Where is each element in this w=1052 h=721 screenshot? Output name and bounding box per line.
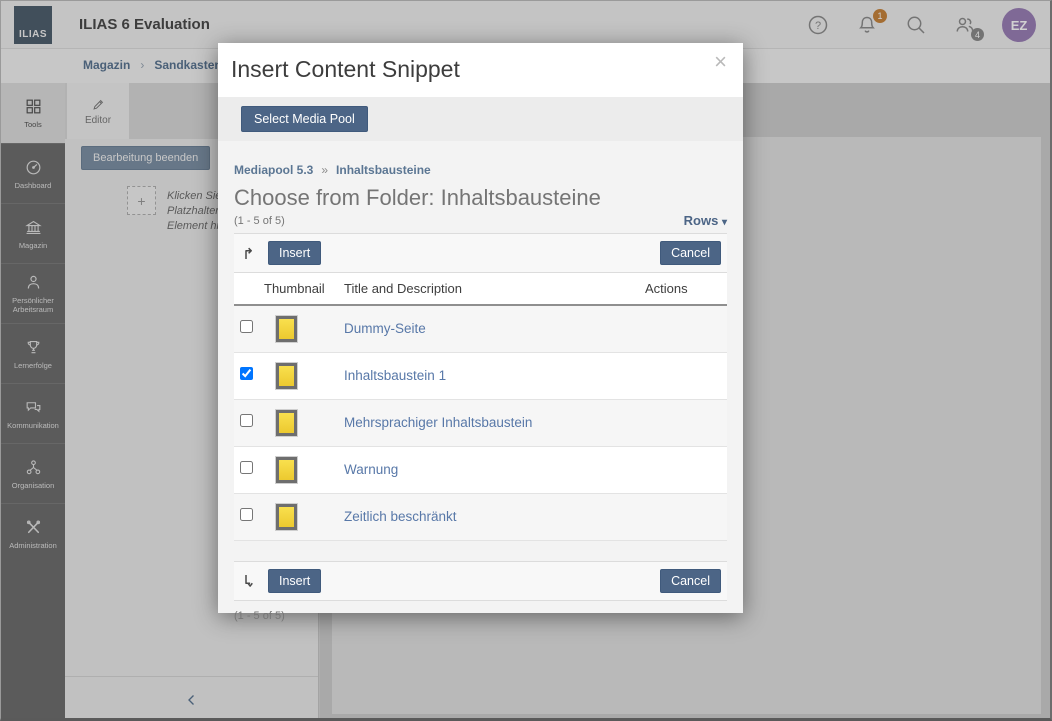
modal-title: Insert Content Snippet (231, 56, 460, 83)
table-row: Inhaltsbaustein 1 (234, 353, 727, 400)
modal-breadcrumb-link-mediapool[interactable]: Mediapool 5.3 (234, 163, 313, 177)
rows-dropdown[interactable]: Rows ▾ (684, 213, 727, 228)
cancel-button-bottom[interactable]: Cancel (660, 569, 721, 593)
insert-content-snippet-modal: Insert Content Snippet × Select Media Po… (218, 43, 743, 613)
media-pool-toolbar: Select Media Pool (218, 97, 743, 141)
column-header-title: Title and Description (344, 281, 645, 296)
close-icon[interactable]: × (714, 51, 727, 73)
folder-heading: Choose from Folder: Inhaltsbausteine (234, 185, 727, 211)
modal-header: Insert Content Snippet × (218, 43, 743, 97)
modal-breadcrumb-link-folder[interactable]: Inhaltsbausteine (336, 163, 431, 177)
table-row: Mehrsprachiger Inhaltsbaustein (234, 400, 727, 447)
row-checkbox-0[interactable] (240, 320, 253, 333)
table-row: Zeitlich beschränkt (234, 494, 727, 541)
insert-above-arrow-icon (240, 244, 258, 262)
row-title-link[interactable]: Dummy-Seite (344, 321, 426, 336)
insert-button-top[interactable]: Insert (268, 241, 321, 265)
insert-below-arrow-icon (240, 572, 258, 590)
insert-button-bottom[interactable]: Insert (268, 569, 321, 593)
row-checkbox-4[interactable] (240, 508, 253, 521)
table-toolbar-top: Insert Cancel (234, 233, 727, 273)
table-row: Dummy-Seite (234, 306, 727, 353)
select-media-pool-button[interactable]: Select Media Pool (241, 106, 368, 132)
row-title-link[interactable]: Warnung (344, 462, 398, 477)
cancel-button-top[interactable]: Cancel (660, 241, 721, 265)
row-title-link[interactable]: Zeitlich beschränkt (344, 509, 457, 524)
content-snippet-table: Thumbnail Title and Description Actions … (234, 273, 727, 541)
row-title-link[interactable]: Inhaltsbaustein 1 (344, 368, 446, 383)
table-row: Warnung (234, 447, 727, 494)
pagination-bottom: (1 - 5 of 5) (234, 610, 727, 622)
modal-breadcrumb-separator: » (321, 163, 328, 177)
page-thumbnail-icon (276, 410, 297, 436)
chevron-down-icon: ▾ (722, 217, 727, 228)
rows-dropdown-label: Rows (684, 213, 719, 228)
modal-breadcrumb: Mediapool 5.3 » Inhaltsbausteine (234, 163, 727, 177)
page-thumbnail-icon (276, 504, 297, 530)
page-thumbnail-icon (276, 457, 297, 483)
row-title-link[interactable]: Mehrsprachiger Inhaltsbaustein (344, 415, 532, 430)
row-checkbox-2[interactable] (240, 414, 253, 427)
column-header-actions: Actions (645, 281, 727, 296)
page-thumbnail-icon (276, 316, 297, 342)
row-checkbox-1[interactable] (240, 367, 253, 380)
table-header-row: Thumbnail Title and Description Actions (234, 273, 727, 306)
row-checkbox-3[interactable] (240, 461, 253, 474)
pagination-top: (1 - 5 of 5) (234, 215, 285, 227)
page-thumbnail-icon (276, 363, 297, 389)
table-toolbar-bottom: Insert Cancel (234, 561, 727, 601)
app-window: ILIAS ILIAS 6 Evaluation ? 1 (0, 0, 1052, 721)
column-header-thumbnail: Thumbnail (264, 281, 344, 296)
